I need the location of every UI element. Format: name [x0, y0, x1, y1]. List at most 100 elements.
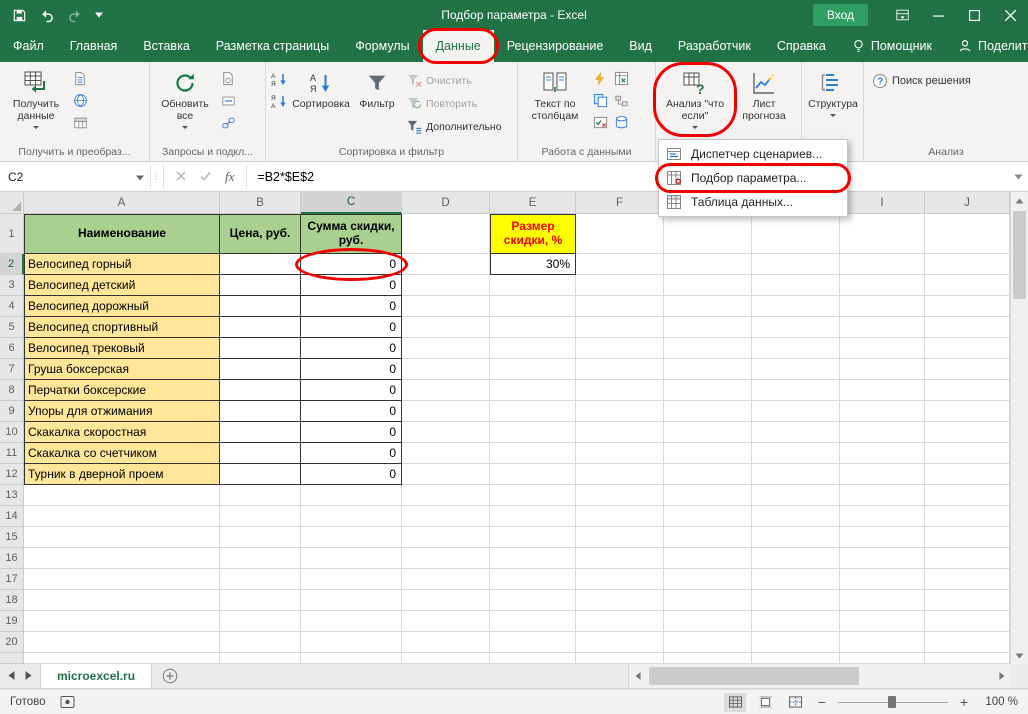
cell-B16[interactable]: [220, 548, 301, 569]
cell-I18[interactable]: [840, 590, 925, 611]
scroll-right-button[interactable]: [993, 664, 1010, 688]
cell-A5[interactable]: Велосипед спортивный: [24, 317, 220, 338]
cell-G5[interactable]: [664, 317, 752, 338]
row-header-15[interactable]: 15: [0, 527, 24, 548]
cell-I11[interactable]: [840, 443, 925, 464]
text-to-columns-button[interactable]: Текст по столбцам: [522, 65, 588, 124]
cell-D4[interactable]: [402, 296, 490, 317]
col-header-E[interactable]: E: [490, 192, 576, 214]
name-box-caret-icon[interactable]: [136, 170, 150, 184]
menu-item-scenario-manager[interactable]: Диспетчер сценариев...: [659, 142, 847, 166]
cell-G6[interactable]: [664, 338, 752, 359]
cell-G14[interactable]: [664, 506, 752, 527]
cell-J2[interactable]: [925, 254, 1010, 275]
cell-H19[interactable]: [752, 611, 840, 632]
cell-F5[interactable]: [576, 317, 664, 338]
row-header-19[interactable]: 19: [0, 611, 24, 632]
tab-view[interactable]: Вид: [616, 30, 665, 62]
cell-B5[interactable]: [220, 317, 301, 338]
cell-B12[interactable]: [220, 464, 301, 485]
cell-A11[interactable]: Скакалка со счетчиком: [24, 443, 220, 464]
clear-filter-button[interactable]: Очистить: [403, 69, 506, 92]
cell-H20[interactable]: [752, 632, 840, 653]
cell-E15[interactable]: [490, 527, 576, 548]
cell-B3[interactable]: [220, 275, 301, 296]
cell-F13[interactable]: [576, 485, 664, 506]
cell-H7[interactable]: [752, 359, 840, 380]
cell-E12[interactable]: [490, 464, 576, 485]
col-header-J[interactable]: J: [925, 192, 1010, 214]
cell-A3[interactable]: Велосипед детский: [24, 275, 220, 296]
row-header-13[interactable]: 13: [0, 485, 24, 506]
cell-H13[interactable]: [752, 485, 840, 506]
cell-E5[interactable]: [490, 317, 576, 338]
cell-C20[interactable]: [301, 632, 402, 653]
relationships-icon[interactable]: [612, 92, 630, 109]
cell-J1[interactable]: [925, 214, 1010, 254]
cell-C10[interactable]: 0: [301, 422, 402, 443]
cell-D2[interactable]: [402, 254, 490, 275]
normal-view-button[interactable]: [724, 693, 746, 712]
name-box-resize-handle[interactable]: ⋮: [151, 162, 163, 191]
cell-G18[interactable]: [664, 590, 752, 611]
cell-A19[interactable]: [24, 611, 220, 632]
what-if-button[interactable]: ? Анализ "что если": [660, 65, 730, 134]
cell-G2[interactable]: [664, 254, 752, 275]
cell-I20[interactable]: [840, 632, 925, 653]
undo-button[interactable]: [39, 8, 55, 23]
scroll-left-button[interactable]: [629, 664, 646, 688]
cell-J3[interactable]: [925, 275, 1010, 296]
cell-H16[interactable]: [752, 548, 840, 569]
tab-formulas[interactable]: Формулы: [342, 30, 422, 62]
manage-data-model-icon[interactable]: [612, 114, 630, 131]
sign-in-button[interactable]: Вход: [813, 4, 868, 26]
redo-button[interactable]: [67, 8, 83, 23]
cell-G7[interactable]: [664, 359, 752, 380]
cell-F6[interactable]: [576, 338, 664, 359]
cell-I2[interactable]: [840, 254, 925, 275]
tab-data[interactable]: Данные: [423, 30, 494, 62]
cell-A14[interactable]: [24, 506, 220, 527]
ribbon-display-options-button[interactable]: [884, 0, 920, 30]
tab-page-layout[interactable]: Разметка страницы: [203, 30, 342, 62]
cell-B1[interactable]: Цена, руб.: [220, 214, 301, 254]
cell-H1[interactable]: [752, 214, 840, 254]
formula-bar-expand-button[interactable]: [1008, 162, 1028, 191]
cell-I12[interactable]: [840, 464, 925, 485]
cell-G4[interactable]: [664, 296, 752, 317]
cell-D7[interactable]: [402, 359, 490, 380]
cell-C12[interactable]: 0: [301, 464, 402, 485]
cell-J19[interactable]: [925, 611, 1010, 632]
cell-G12[interactable]: [664, 464, 752, 485]
cell-G8[interactable]: [664, 380, 752, 401]
col-header-B[interactable]: B: [220, 192, 301, 214]
consolidate-icon[interactable]: [612, 70, 630, 87]
col-header-A[interactable]: A: [24, 192, 220, 214]
page-layout-view-button[interactable]: [754, 693, 776, 712]
cell-A13[interactable]: [24, 485, 220, 506]
horizontal-scrollbar[interactable]: [628, 664, 1010, 688]
row-header-12[interactable]: 12: [0, 464, 24, 485]
sheet-prev-button[interactable]: [8, 669, 15, 683]
cell-D10[interactable]: [402, 422, 490, 443]
cell-F12[interactable]: [576, 464, 664, 485]
name-box[interactable]: C2: [0, 162, 150, 191]
cell-H9[interactable]: [752, 401, 840, 422]
tab-assistant[interactable]: Помощник: [839, 30, 945, 62]
cell-A20[interactable]: [24, 632, 220, 653]
tab-review[interactable]: Рецензирование: [494, 30, 617, 62]
row-header-11[interactable]: 11: [0, 443, 24, 464]
cell-G17[interactable]: [664, 569, 752, 590]
cell-C4[interactable]: 0: [301, 296, 402, 317]
cell-J14[interactable]: [925, 506, 1010, 527]
cell-C1[interactable]: Сумма скидки, руб.: [301, 214, 402, 254]
cell-J6[interactable]: [925, 338, 1010, 359]
cell-D8[interactable]: [402, 380, 490, 401]
cell-D1[interactable]: [402, 214, 490, 254]
cell-E1[interactable]: Размер скидки, %: [490, 214, 576, 254]
zoom-in-button[interactable]: +: [956, 694, 972, 710]
row-header-8[interactable]: 8: [0, 380, 24, 401]
col-header-C[interactable]: C: [301, 192, 402, 214]
cell-E3[interactable]: [490, 275, 576, 296]
cell-F11[interactable]: [576, 443, 664, 464]
